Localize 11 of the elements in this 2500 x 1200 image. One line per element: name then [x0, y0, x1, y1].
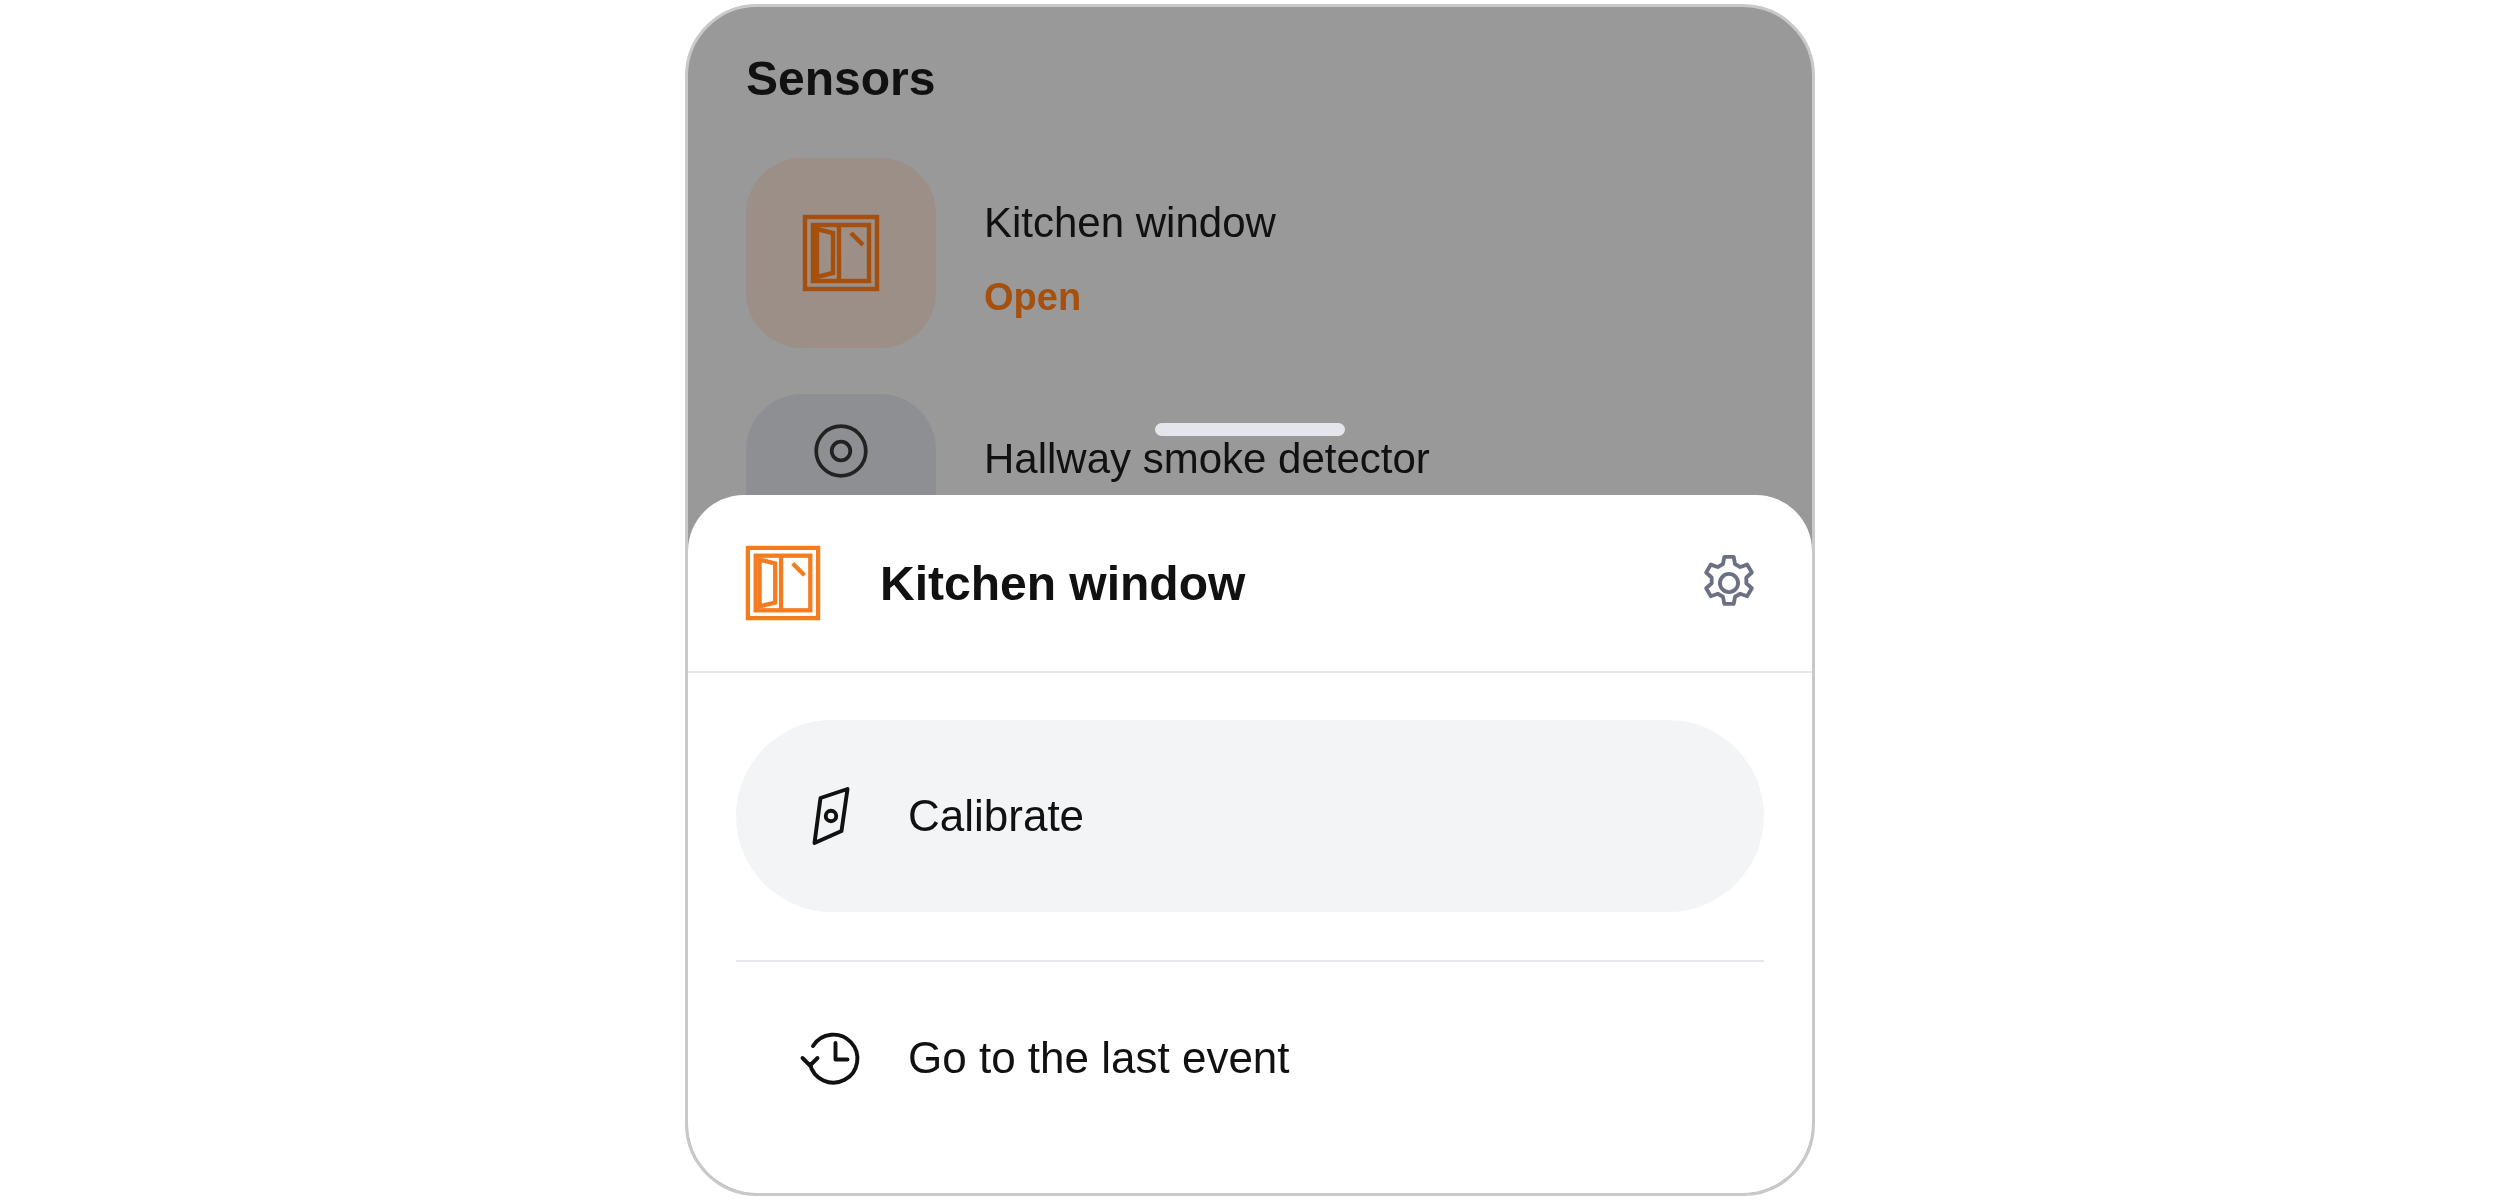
window-icon — [801, 213, 881, 293]
drag-handle[interactable] — [1155, 423, 1345, 436]
action-button[interactable]: Calibrate — [736, 720, 1764, 912]
sensor-name: Hallway smoke detector — [984, 438, 1430, 480]
action-button[interactable]: Go to the last event — [736, 962, 1764, 1154]
sensor-tile[interactable] — [746, 158, 936, 348]
sensor-status: Open — [984, 276, 1083, 319]
window-icon — [744, 544, 822, 622]
sensor-name: Kitchen window — [984, 202, 1276, 244]
sheet-title: Kitchen window — [880, 555, 1247, 611]
screen-title: Sensors — [746, 51, 937, 106]
